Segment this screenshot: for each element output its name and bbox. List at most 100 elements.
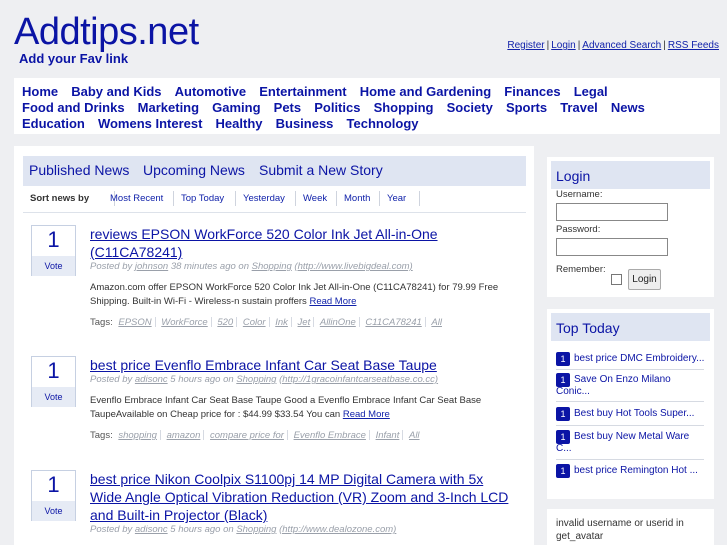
tag-link[interactable]: WorkForce [161,317,207,328]
top-today-item[interactable]: 1 best price Remington Hot ... [556,464,704,487]
tag-divider [424,317,426,328]
tag-link[interactable]: Color [243,317,266,328]
top-today-item[interactable]: 1 best price DMC Embroidery... [556,352,704,375]
tag-link[interactable]: EPSON [118,317,151,328]
tag-link[interactable]: C11CA78241 [365,317,421,328]
category-home-and-gardening[interactable]: Home and Gardening [360,84,491,99]
category-womens-interest[interactable]: Womens Interest [98,116,203,131]
story-source-url[interactable]: (http://www.livebigdeal.com) [294,261,412,272]
category-gaming[interactable]: Gaming [212,100,260,115]
story-category-link[interactable]: Shopping [236,374,276,385]
advanced-search-link[interactable]: Advanced Search [582,40,661,51]
category-legal[interactable]: Legal [574,84,608,99]
author-link[interactable]: adisonc [135,524,168,535]
vote-count: 1 [47,358,60,383]
tab-submit-story[interactable]: Submit a New Story [259,162,383,178]
top-today-title[interactable]: Best buy New Metal Ware C... [556,431,704,455]
register-link[interactable]: Register [507,40,544,51]
author-link[interactable]: adisonc [135,374,168,385]
tag-link[interactable]: AllinOne [320,317,356,328]
vote-button[interactable]: Vote [32,256,75,276]
sort-top-today[interactable]: Top Today [181,193,224,204]
tag-link[interactable]: amazon [167,430,201,441]
story-category-link[interactable]: Shopping [236,524,276,535]
category-news[interactable]: News [611,100,645,115]
category-sports[interactable]: Sports [506,100,547,115]
tag-link[interactable]: 520 [217,317,233,328]
tag-divider [368,430,370,441]
category-technology[interactable]: Technology [347,116,419,131]
read-more-link[interactable]: Read More [343,409,390,420]
username-input[interactable] [556,203,668,221]
top-today-title[interactable]: Best buy Hot Tools Super... [574,408,704,420]
tag-link[interactable]: Ink [275,317,288,328]
top-today-title[interactable]: Save On Enzo Milano Conic... [556,374,704,398]
category-entertainment[interactable]: Entertainment [259,84,346,99]
post-time: 5 hours ago on [170,524,234,535]
tab-published-news[interactable]: Published News [29,162,129,178]
sort-year[interactable]: Year [387,193,406,204]
category-society[interactable]: Society [447,100,493,115]
vote-button[interactable]: Vote [32,501,75,521]
category-business[interactable]: Business [276,116,334,131]
top-today-item[interactable]: 1 Best buy New Metal Ware C... [556,430,704,455]
story-title-link[interactable]: reviews EPSON WorkForce 520 Color Ink Je… [90,225,510,261]
tag-link[interactable]: Jet [298,317,311,328]
category-pets[interactable]: Pets [274,100,301,115]
tag-divider [210,317,212,328]
story-tags: Tags: EPSON WorkForce 520 Color Ink Jet … [90,317,520,328]
account-links: Register | Login | Advanced Search | RSS Feeds [507,40,719,51]
category-finances[interactable]: Finances [504,84,560,99]
avatar-message-box: invalid username or userid in get_avatar [547,509,714,545]
tag-divider [236,317,238,328]
remember-checkbox[interactable] [611,274,622,285]
sort-week[interactable]: Week [303,193,327,204]
tags-label: Tags: [90,430,113,441]
top-today-item[interactable]: 1 Save On Enzo Milano Conic... [556,373,704,398]
category-education[interactable]: Education [22,116,85,131]
tag-divider [268,317,270,328]
category-travel[interactable]: Travel [560,100,598,115]
story-title-link[interactable]: best price Evenflo Embrace Infant Car Se… [90,356,510,374]
top-today-item[interactable]: 1 Best buy Hot Tools Super... [556,407,704,430]
main-content: Published News Upcoming News Submit a Ne… [14,146,534,545]
story-category-link[interactable]: Shopping [252,261,292,272]
category-automotive[interactable]: Automotive [175,84,247,99]
tab-upcoming-news[interactable]: Upcoming News [143,162,245,178]
category-politics[interactable]: Politics [314,100,360,115]
tag-link[interactable]: Evenflo Embrace [294,430,366,441]
story-title-link[interactable]: best price Nikon Coolpix S1100pj 14 MP D… [90,470,510,524]
story-source-url[interactable]: (http://www.dealozone.com) [279,524,396,535]
tag-divider [203,430,205,441]
category-food-and-drinks[interactable]: Food and Drinks [22,100,125,115]
category-shopping[interactable]: Shopping [374,100,434,115]
vote-box: 1 Vote [31,470,76,521]
divider [23,212,526,213]
story-source-url[interactable]: (http://1gracoinfantcarseatbase.co.cc) [279,374,438,385]
category-marketing[interactable]: Marketing [138,100,199,115]
login-button[interactable]: Login [628,269,661,290]
site-logo-title[interactable]: Addtips.net [14,12,199,52]
password-input[interactable] [556,238,668,256]
tag-link[interactable]: All [431,317,442,328]
author-link[interactable]: johnson [135,261,168,272]
top-today-title[interactable]: best price Remington Hot ... [574,465,704,477]
sort-divider [295,191,296,206]
sort-most-recent[interactable]: Most Recent [110,193,163,204]
category-baby-and-kids[interactable]: Baby and Kids [71,84,161,99]
tag-link[interactable]: shopping [118,430,157,441]
sort-yesterday[interactable]: Yesterday [243,193,285,204]
read-more-link[interactable]: Read More [309,296,356,307]
story-excerpt: Amazon.com offer EPSON WorkForce 520 Col… [90,281,510,309]
top-today-title[interactable]: best price DMC Embroidery... [574,353,704,365]
vote-button[interactable]: Vote [32,387,75,407]
category-healthy[interactable]: Healthy [216,116,263,131]
tag-link[interactable]: All [409,430,420,441]
login-link[interactable]: Login [551,40,575,51]
tag-link[interactable]: Infant [376,430,400,441]
category-home[interactable]: Home [22,84,58,99]
sort-month[interactable]: Month [344,193,370,204]
rss-feeds-link[interactable]: RSS Feeds [668,40,719,51]
tag-link[interactable]: compare price for [210,430,284,441]
vote-box: 1 Vote [31,225,76,276]
